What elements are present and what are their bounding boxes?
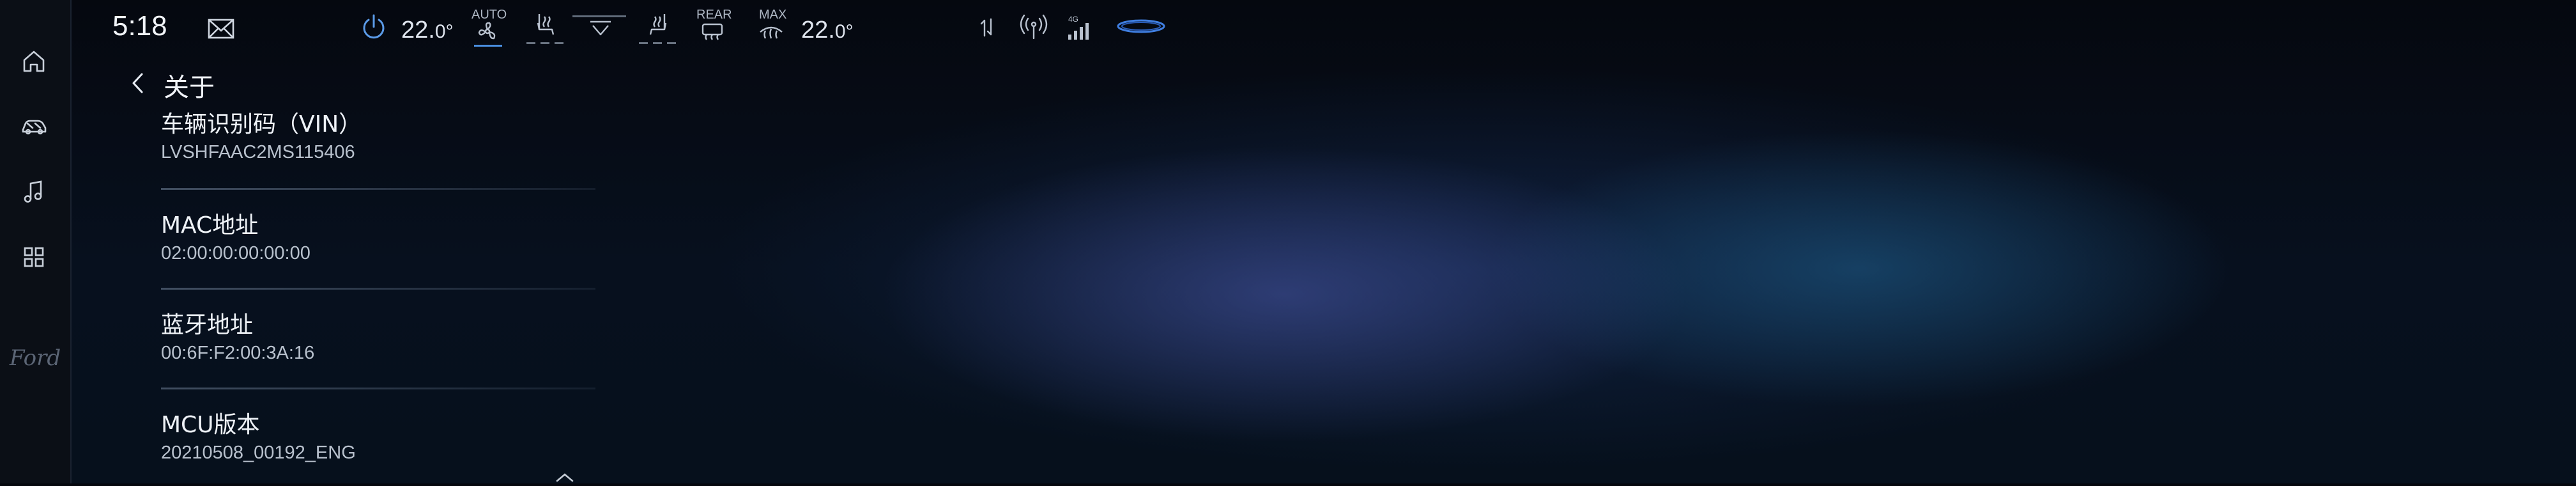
list-item-bluetooth: 蓝牙地址 00:6F:F2:00:3A:16 xyxy=(161,311,608,366)
wifi-hotspot-icon xyxy=(1020,14,1048,40)
airflow-mode-button[interactable] xyxy=(585,18,616,40)
clock: 5:18 xyxy=(112,10,167,42)
grid-icon xyxy=(24,247,44,267)
home-button[interactable] xyxy=(16,43,52,79)
passenger-temperature[interactable]: 22.0° xyxy=(801,17,854,44)
list-item-mcu: MCU版本 20210508_00192_ENG xyxy=(161,411,608,466)
power-icon xyxy=(363,14,385,39)
seat-heat-icon xyxy=(649,14,667,35)
sidebar: Ford xyxy=(0,0,72,483)
mail-button[interactable] xyxy=(203,13,239,45)
music-button[interactable] xyxy=(16,174,52,210)
airflow-down-icon xyxy=(590,20,611,36)
chevron-left-icon xyxy=(132,73,143,93)
list-item-mac: MAC地址 02:00:00:00:00:00 xyxy=(161,211,608,266)
item-title: 蓝牙地址 xyxy=(161,312,254,338)
auto-active-indicator xyxy=(474,45,502,47)
seat-heat-icon xyxy=(537,14,555,35)
list-item-vin: 车辆识别码（VIN） LVSHFAAC2MS115406 xyxy=(161,110,608,165)
driver-seat-heat-level xyxy=(526,42,564,44)
passenger-seat-heat-level xyxy=(639,42,676,44)
item-value: LVSHFAAC2MS115406 xyxy=(161,142,355,162)
apps-button[interactable] xyxy=(16,239,52,275)
data-transfer-status xyxy=(976,13,999,42)
rear-label: REAR xyxy=(696,8,732,22)
divider xyxy=(161,288,595,290)
rear-defrost-button[interactable] xyxy=(698,22,727,43)
scroll-up-button[interactable] xyxy=(553,469,576,483)
music-icon xyxy=(24,180,42,203)
climate-power-button[interactable] xyxy=(358,12,390,43)
max-defrost-button[interactable] xyxy=(756,22,786,43)
vehicle-button[interactable] xyxy=(16,109,52,145)
item-title: MAC地址 xyxy=(161,212,259,239)
hotspot-status xyxy=(1017,13,1050,42)
page-title: 关于 xyxy=(164,73,215,102)
driver-seat-heat-button[interactable] xyxy=(532,10,560,42)
item-value: 00:6F:F2:00:3A:16 xyxy=(161,343,315,363)
item-value: 20210508_00192_ENG xyxy=(161,443,356,463)
fan-icon xyxy=(478,22,496,40)
airflow-divider xyxy=(572,15,626,17)
connected-ring-status[interactable] xyxy=(1116,15,1167,37)
max-label: MAX xyxy=(759,8,787,22)
connectivity-ring-icon xyxy=(1117,19,1165,33)
back-button[interactable] xyxy=(119,64,157,102)
car-icon xyxy=(22,120,47,135)
svg-text:4G: 4G xyxy=(1068,15,1078,24)
data-arrows-icon xyxy=(980,18,992,37)
item-title: 车辆识别码（VIN） xyxy=(161,111,362,137)
divider xyxy=(161,388,595,389)
rear-defrost-icon xyxy=(702,23,723,40)
item-value: 02:00:00:00:00:00 xyxy=(161,243,310,263)
driver-temperature[interactable]: 22.0° xyxy=(401,17,454,44)
passenger-seat-heat-button[interactable] xyxy=(644,10,672,42)
divider xyxy=(161,188,595,190)
home-icon xyxy=(23,51,45,72)
ford-logo: Ford xyxy=(9,345,61,371)
signal-4g-icon: 4G xyxy=(1068,15,1089,40)
mail-icon xyxy=(208,19,234,39)
item-title: MCU版本 xyxy=(161,412,260,438)
cellular-signal-status: 4G xyxy=(1066,13,1095,42)
max-defrost-icon xyxy=(760,26,783,39)
chevron-up-icon xyxy=(556,473,574,482)
auto-fan-button[interactable] xyxy=(473,19,502,43)
